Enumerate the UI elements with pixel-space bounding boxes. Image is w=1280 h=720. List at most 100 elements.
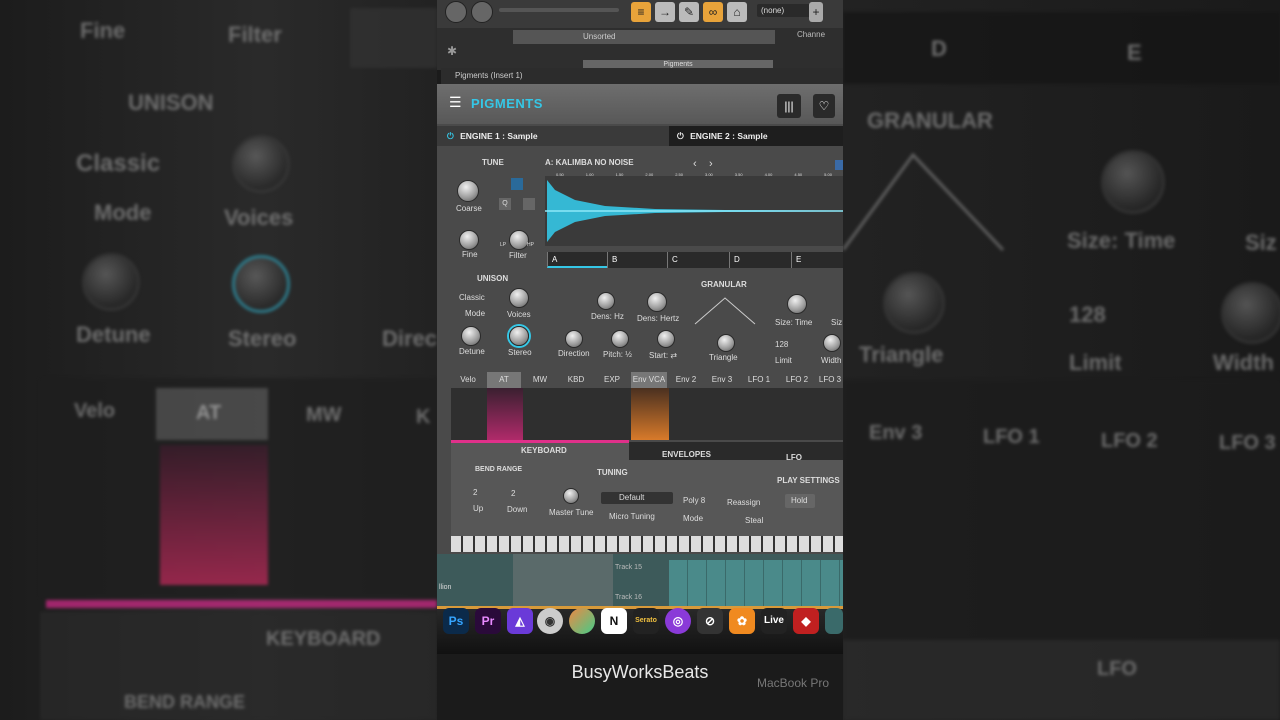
- track-15-label[interactable]: Track 15: [615, 564, 642, 571]
- pitch-knob[interactable]: [611, 330, 629, 348]
- bend-down-value[interactable]: 2: [511, 489, 515, 498]
- segment-a[interactable]: A: [547, 252, 607, 268]
- density-hertz-label[interactable]: Dens: Hertz: [637, 314, 679, 323]
- mod-tab-exp[interactable]: EXP: [595, 372, 629, 388]
- start-label[interactable]: Start: ⇄: [649, 351, 677, 360]
- lfo-section-tab[interactable]: LFO: [786, 453, 802, 462]
- coarse-knob[interactable]: [457, 180, 479, 202]
- piano-keyboard[interactable]: [451, 536, 843, 552]
- piano-roll-icon[interactable]: ≡: [631, 2, 651, 22]
- mod-tab-lfo2[interactable]: LFO 2: [779, 372, 815, 388]
- serato-app-icon[interactable]: Serato: [633, 608, 659, 634]
- prev-sample-icon[interactable]: ‹: [693, 158, 697, 170]
- arrow-icon[interactable]: →: [655, 2, 675, 22]
- unison-label[interactable]: UNISON: [477, 274, 508, 283]
- playlist-grid[interactable]: [669, 560, 843, 610]
- fl-studio-app-icon[interactable]: ✿: [729, 608, 755, 634]
- heart-icon[interactable]: ♡: [813, 94, 835, 118]
- hold-button[interactable]: Hold: [785, 494, 815, 508]
- filter-knob[interactable]: [509, 230, 529, 250]
- photoshop-app-icon[interactable]: Ps: [443, 608, 469, 634]
- premiere-app-icon[interactable]: Pr: [475, 608, 501, 634]
- mod-tab-kbd[interactable]: KBD: [559, 372, 593, 388]
- mod-tab-lfo1[interactable]: LFO 1: [741, 372, 777, 388]
- envelopes-section-tab[interactable]: ENVELOPES: [662, 450, 711, 459]
- mod-cell-exp[interactable]: [595, 388, 632, 440]
- sample-options-button[interactable]: [835, 160, 843, 170]
- density-hertz-knob[interactable]: [647, 292, 667, 312]
- mod-tab-env3[interactable]: Env 3: [705, 372, 739, 388]
- mod-cell-kbd[interactable]: [559, 388, 596, 440]
- segment-b[interactable]: B: [607, 252, 667, 268]
- segment-d[interactable]: D: [729, 252, 791, 268]
- detune-knob[interactable]: [461, 326, 481, 346]
- segment-c[interactable]: C: [667, 252, 729, 268]
- tuning-dropdown[interactable]: Default: [601, 492, 673, 504]
- mod-cell-mw[interactable]: [523, 388, 560, 440]
- red-app-icon[interactable]: ◆: [793, 608, 819, 634]
- track-16-label[interactable]: Track 16: [615, 594, 642, 601]
- link-app-icon[interactable]: ⊘: [697, 608, 723, 634]
- engine2-tab[interactable]: ⏻ ENGINE 2 : Sample: [669, 126, 843, 146]
- mod-cell-lfo1[interactable]: [741, 388, 780, 440]
- pitch-label[interactable]: Pitch: ½: [603, 350, 632, 359]
- master-tune-knob[interactable]: [563, 488, 579, 504]
- mod-cell-env3[interactable]: [705, 388, 742, 440]
- extra-app-icon[interactable]: [825, 608, 843, 634]
- engine1-tab[interactable]: ⏻ ENGINE 1 : Sample: [437, 126, 669, 146]
- mod-cell-env2[interactable]: [669, 388, 706, 440]
- reassign-dropdown[interactable]: Reassign: [727, 498, 760, 507]
- mod-cell-lfo2[interactable]: [779, 388, 818, 440]
- tempo-slider[interactable]: [499, 8, 619, 12]
- mod-cell-lfo3[interactable]: [817, 388, 843, 440]
- browser-dropdown[interactable]: Unsorted: [513, 30, 775, 44]
- ableton-live-app-icon[interactable]: Live: [761, 608, 787, 634]
- granular-label[interactable]: GRANULAR: [701, 280, 747, 289]
- mod-cell-env-vca[interactable]: [631, 388, 670, 440]
- poly-dropdown[interactable]: Poly 8: [683, 496, 705, 505]
- density-fixed-knob[interactable]: [597, 292, 615, 310]
- start-knob[interactable]: [657, 330, 675, 348]
- triangle-knob[interactable]: [717, 334, 735, 352]
- pencil-tool-icon[interactable]: [523, 198, 535, 210]
- notion-app-icon[interactable]: N: [601, 608, 627, 634]
- direction-knob[interactable]: [565, 330, 583, 348]
- size-time-label[interactable]: Size: Time: [775, 318, 812, 327]
- keyboard-section-tab[interactable]: KEYBOARD: [521, 446, 567, 455]
- mod-tab-velo[interactable]: Velo: [451, 372, 485, 388]
- chrome-app-icon[interactable]: [569, 608, 595, 634]
- mod-tab-mw[interactable]: MW: [523, 372, 557, 388]
- mod-tab-env-vca[interactable]: Env VCA: [631, 372, 667, 388]
- segment-e[interactable]: E: [791, 252, 843, 268]
- vpn-app-icon[interactable]: ◭: [507, 608, 533, 634]
- bend-up-value[interactable]: 2: [473, 488, 477, 497]
- library-icon[interactable]: |||: [777, 94, 801, 118]
- music-app-icon[interactable]: ◎: [665, 608, 691, 634]
- size-knob[interactable]: [787, 294, 807, 314]
- plugin-window-titlebar[interactable]: Pigments (Insert 1): [441, 68, 843, 84]
- grain-shape-triangle[interactable]: [693, 296, 757, 326]
- add-pattern-button[interactable]: +: [809, 2, 823, 22]
- mod-cell-at[interactable]: [487, 388, 524, 440]
- pencil-icon[interactable]: ✎: [679, 2, 699, 22]
- q-button[interactable]: Q: [499, 198, 511, 210]
- mod-tab-env2[interactable]: Env 2: [669, 372, 703, 388]
- width-knob[interactable]: [823, 334, 841, 352]
- voices-knob[interactable]: [509, 288, 529, 308]
- pattern-dropdown[interactable]: (none): [757, 4, 811, 17]
- master-volume-knob[interactable]: [445, 1, 467, 23]
- sample-waveform[interactable]: [545, 176, 843, 246]
- browser-icon[interactable]: ✱: [447, 44, 457, 58]
- mod-tab-lfo3[interactable]: LFO 3: [817, 372, 843, 388]
- engine1-power-icon[interactable]: ⏻: [447, 131, 454, 141]
- next-sample-icon[interactable]: ›: [709, 158, 713, 170]
- tune-mode-toggle[interactable]: [511, 178, 523, 190]
- stereo-knob[interactable]: [509, 326, 529, 346]
- system-app-icon[interactable]: ◉: [537, 608, 563, 634]
- sample-name[interactable]: A: KALIMBA NO NOISE: [545, 158, 634, 167]
- unison-mode-dropdown[interactable]: Classic: [459, 293, 485, 302]
- density-fixed-label[interactable]: Dens: Hz: [591, 312, 624, 321]
- fine-knob[interactable]: [459, 230, 479, 250]
- master-pitch-knob[interactable]: [471, 1, 493, 23]
- limit-value[interactable]: 128: [775, 340, 788, 349]
